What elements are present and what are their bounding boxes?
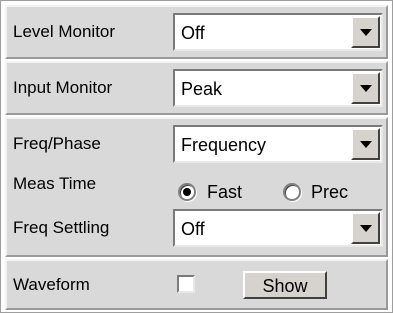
input-monitor-label: Input Monitor xyxy=(13,78,113,97)
radio-selected-dot xyxy=(183,188,191,196)
freq-settling-value: Off xyxy=(181,219,205,239)
waveform-label: Waveform xyxy=(13,275,90,294)
chevron-down-icon xyxy=(360,29,372,36)
level-monitor-value: Off xyxy=(181,23,205,43)
meas-time-fast-radio[interactable] xyxy=(178,183,196,201)
meas-time-label: Meas Time xyxy=(13,174,97,193)
level-monitor-dropdown-button[interactable] xyxy=(351,16,380,48)
freq-phase-label: Freq/Phase xyxy=(13,134,101,153)
freq-phase-select[interactable]: Frequency xyxy=(173,125,383,163)
chevron-down-icon xyxy=(360,225,372,232)
freq-settling-label: Freq Settling xyxy=(13,218,110,237)
meas-time-fast-label[interactable]: Fast xyxy=(207,182,242,202)
settings-panel: Level Monitor Off Input Monitor Peak Fre… xyxy=(0,0,393,313)
waveform-checkbox[interactable] xyxy=(177,275,195,293)
chevron-down-icon xyxy=(360,85,372,92)
freq-settling-select[interactable]: Off xyxy=(173,209,383,247)
freq-phase-dropdown-button[interactable] xyxy=(351,128,380,160)
meas-time-prec-radio[interactable] xyxy=(283,183,301,201)
chevron-down-icon xyxy=(360,141,372,148)
level-monitor-section: Level Monitor Off xyxy=(5,5,388,59)
show-waveform-button[interactable]: Show xyxy=(243,271,327,299)
input-monitor-section: Input Monitor Peak xyxy=(5,61,388,115)
input-monitor-select[interactable]: Peak xyxy=(173,69,383,107)
level-monitor-label: Level Monitor xyxy=(13,22,116,41)
input-monitor-value: Peak xyxy=(181,79,223,99)
waveform-section: Waveform xyxy=(5,259,388,310)
freq-phase-value: Frequency xyxy=(181,135,267,155)
level-monitor-select[interactable]: Off xyxy=(173,13,383,51)
input-monitor-dropdown-button[interactable] xyxy=(351,72,380,104)
meas-time-prec-label[interactable]: Prec xyxy=(311,182,348,202)
freq-settling-dropdown-button[interactable] xyxy=(351,212,380,244)
